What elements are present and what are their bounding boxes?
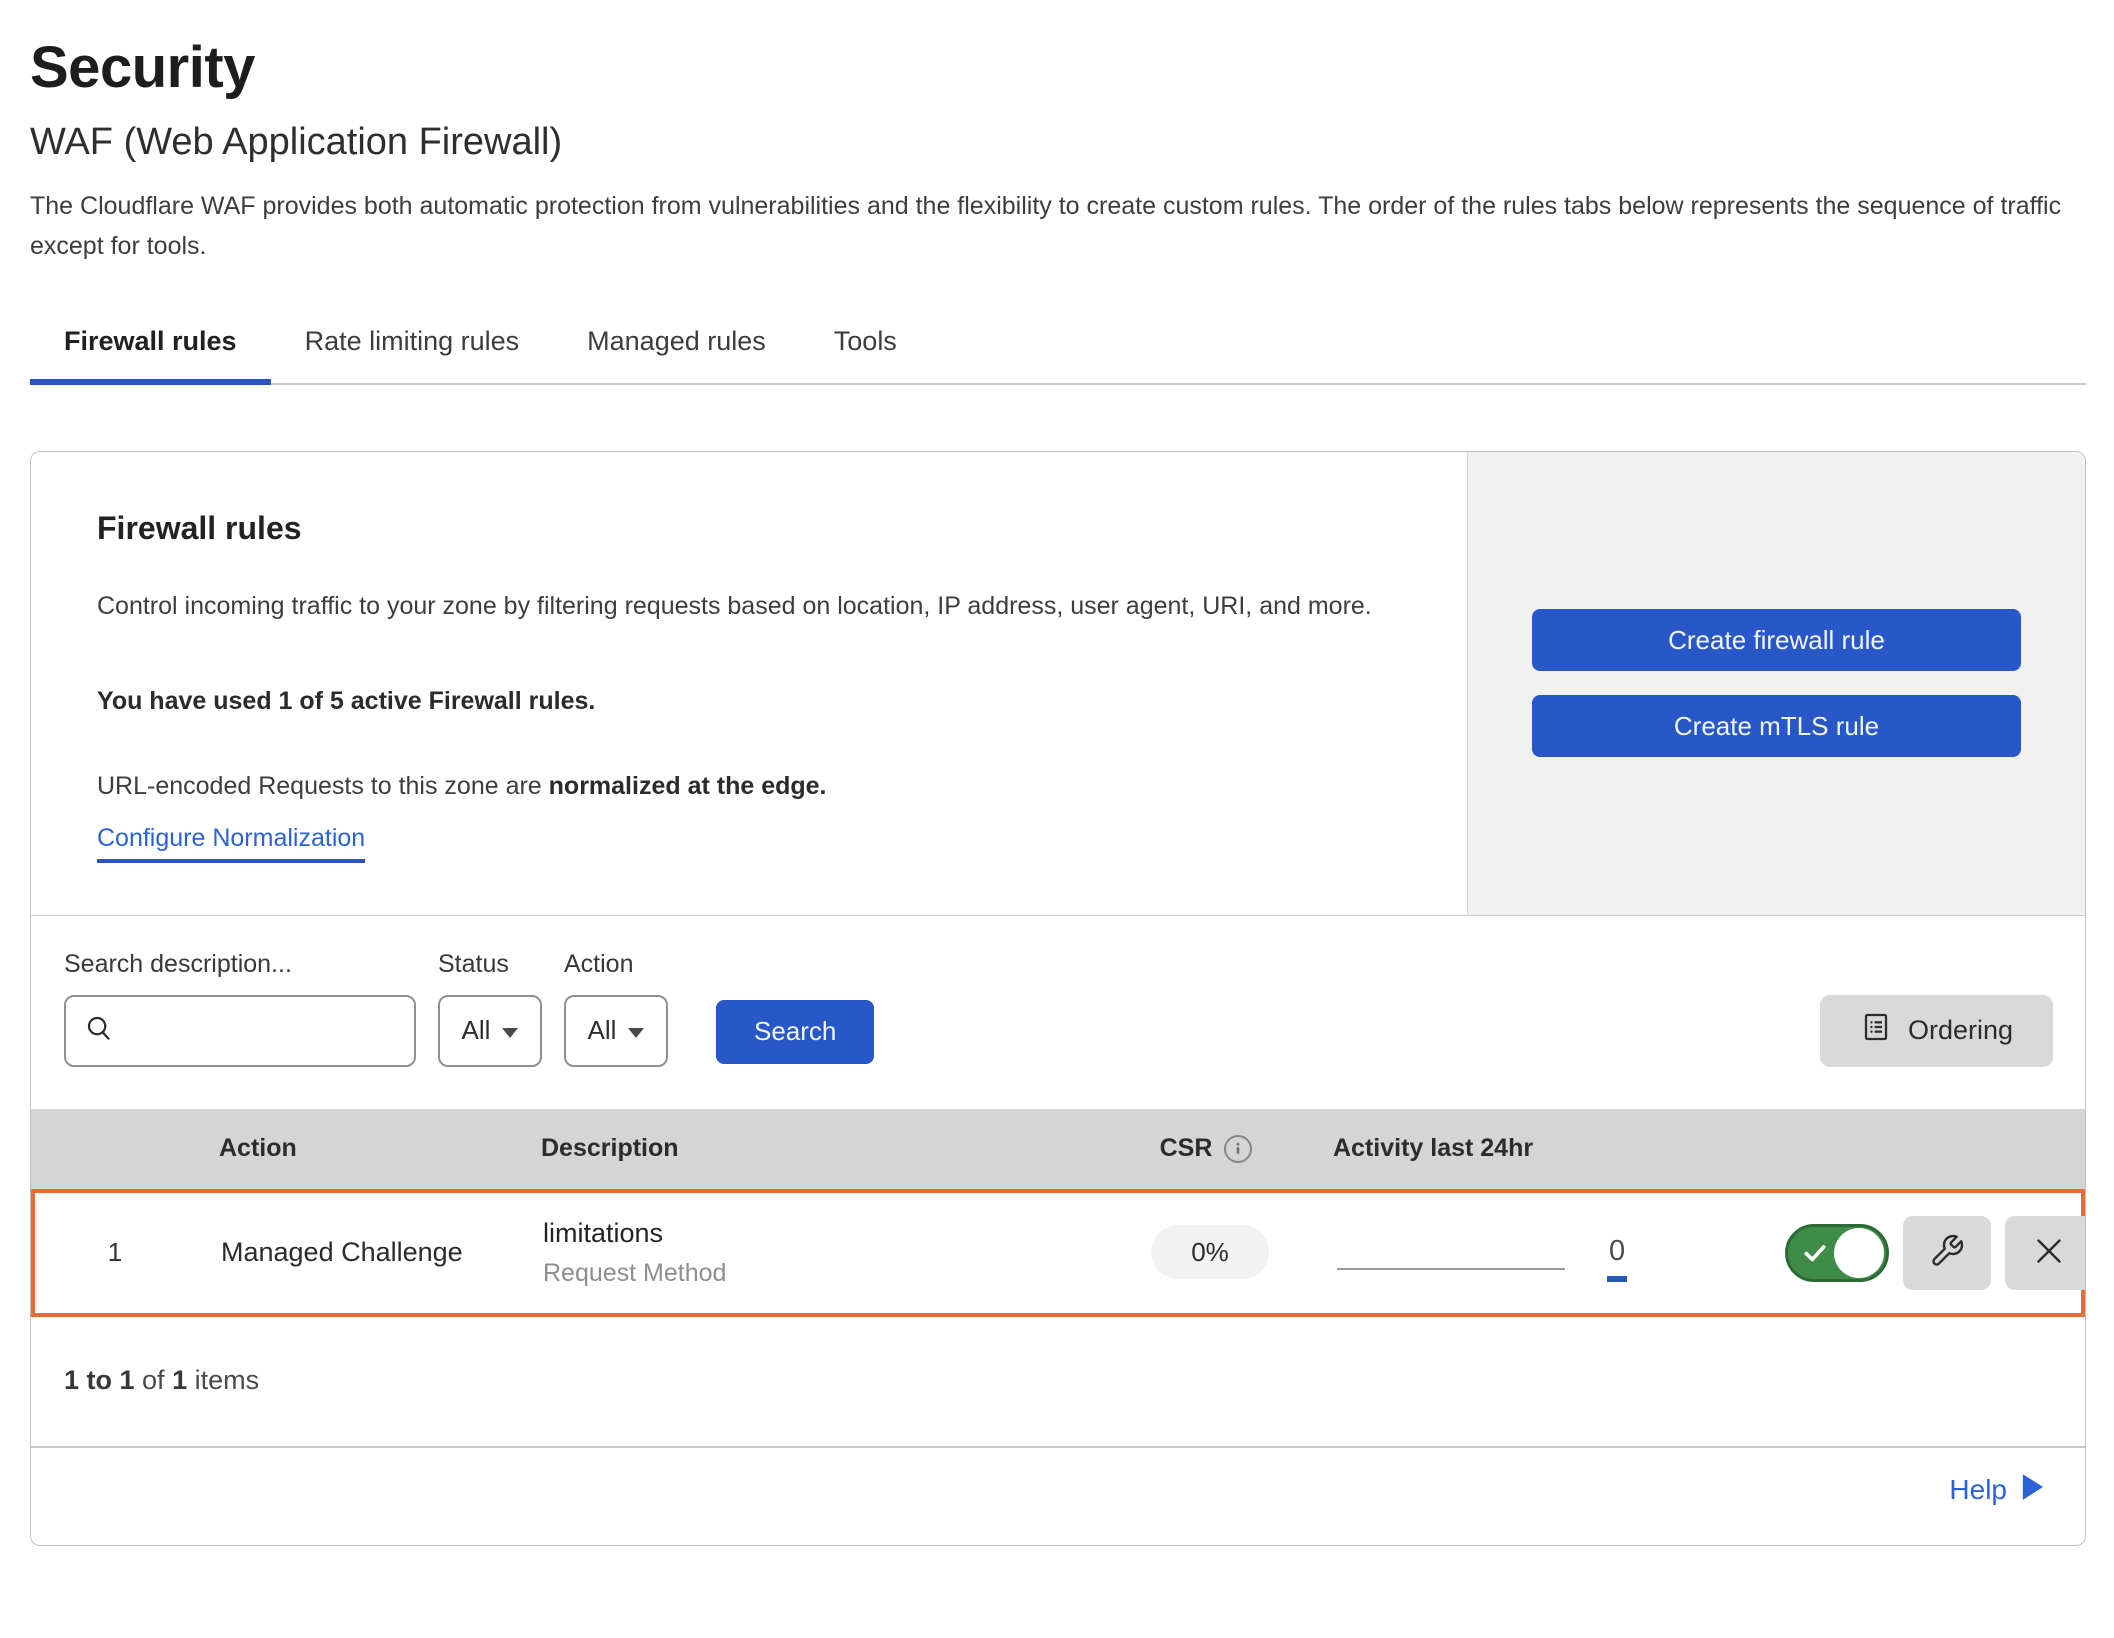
arrow-right-icon	[2021, 1474, 2043, 1507]
column-header-action: Action	[191, 1134, 521, 1163]
tab-rate-limiting-rules[interactable]: Rate limiting rules	[271, 310, 554, 385]
ordering-button[interactable]: Ordering	[1820, 995, 2053, 1067]
tab-tools[interactable]: Tools	[800, 310, 931, 385]
help-section: Help	[31, 1446, 2085, 1545]
chevron-down-icon	[628, 1028, 644, 1038]
rules-tab-bar: Firewall rules Rate limiting rules Manag…	[30, 310, 2086, 385]
search-input[interactable]	[128, 1016, 450, 1045]
ordering-button-label: Ordering	[1908, 1015, 2013, 1046]
activity-count-link[interactable]: 0	[1607, 1235, 1627, 1282]
action-select[interactable]: All	[564, 995, 668, 1067]
help-link[interactable]: Help	[1949, 1474, 2043, 1507]
csr-badge: 0%	[1151, 1225, 1269, 1279]
page-title: Security	[30, 34, 2086, 101]
rule-priority: 1	[108, 1237, 122, 1268]
rule-action: Managed Challenge	[195, 1237, 525, 1268]
panel-description: Control incoming traffic to your zone by…	[97, 583, 1387, 629]
rule-expression: Request Method	[543, 1259, 1095, 1288]
edit-rule-button[interactable]	[1903, 1216, 1991, 1290]
normalization-text: URL-encoded Requests to this zone are no…	[97, 768, 1401, 806]
pagination-of: of	[135, 1365, 173, 1395]
rule-row[interactable]: 1 Managed Challenge limitations Request …	[31, 1189, 2085, 1317]
status-filter-group: Status All	[438, 950, 542, 1067]
action-filter-group: Action All	[564, 950, 668, 1067]
pagination-range: 1 to 1	[64, 1365, 135, 1395]
configure-normalization-link[interactable]: Configure Normalization	[97, 824, 365, 863]
normalization-text-prefix: URL-encoded Requests to this zone are	[97, 772, 549, 800]
firewall-rules-info-section: Firewall rules Control incoming traffic …	[31, 452, 2085, 916]
search-button[interactable]: Search	[716, 1000, 874, 1064]
column-header-description: Description	[521, 1134, 1091, 1163]
normalization-text-bold: normalized at the edge.	[549, 772, 827, 800]
toggle-knob	[1834, 1228, 1884, 1278]
chevron-down-icon	[502, 1028, 518, 1038]
search-label: Search description...	[64, 950, 416, 979]
help-link-label: Help	[1949, 1474, 2007, 1506]
create-mtls-rule-button[interactable]: Create mTLS rule	[1532, 695, 2021, 757]
column-header-csr: CSR	[1160, 1134, 1253, 1163]
ordering-list-icon	[1860, 1011, 1892, 1050]
delete-rule-button[interactable]	[2005, 1216, 2086, 1290]
close-icon	[2031, 1233, 2067, 1272]
column-header-activity: Activity last 24hr	[1321, 1134, 1781, 1163]
activity-sparkline	[1337, 1268, 1565, 1270]
check-icon	[1802, 1240, 1828, 1266]
firewall-rules-card: Firewall rules Control incoming traffic …	[30, 451, 2086, 1546]
info-icon[interactable]	[1224, 1135, 1252, 1163]
rule-enabled-toggle[interactable]	[1785, 1224, 1889, 1282]
csr-header-label: CSR	[1160, 1134, 1213, 1163]
wrench-icon	[1929, 1233, 1965, 1272]
pagination-summary: 1 to 1 of 1 items	[31, 1317, 2085, 1446]
search-group: Search description...	[64, 950, 416, 1067]
status-select-value: All	[462, 1015, 491, 1046]
page-description: The Cloudflare WAF provides both automat…	[30, 186, 2080, 266]
firewall-rules-info: Firewall rules Control incoming traffic …	[31, 452, 1467, 915]
panel-heading: Firewall rules	[97, 510, 1401, 547]
filter-toolbar: Search description... Status All	[31, 916, 2085, 1109]
search-box[interactable]	[64, 995, 416, 1067]
rules-table-header: Action Description CSR Activity last 24h…	[31, 1109, 2085, 1189]
action-select-value: All	[588, 1015, 617, 1046]
page-subtitle: WAF (Web Application Firewall)	[30, 121, 2086, 164]
rule-activity-cell: 0	[1325, 1229, 1785, 1276]
create-rule-panel: Create firewall rule Create mTLS rule	[1467, 452, 2085, 915]
rule-description-cell: limitations Request Method	[525, 1218, 1095, 1288]
search-icon	[84, 1013, 114, 1048]
usage-summary: You have used 1 of 5 active Firewall rul…	[97, 687, 1401, 716]
rule-csr-cell: 0%	[1151, 1237, 1269, 1268]
security-waf-page: Security WAF (Web Application Firewall) …	[0, 0, 2114, 1546]
pagination-items: items	[187, 1365, 259, 1395]
status-select[interactable]: All	[438, 995, 542, 1067]
pagination-count: 1	[172, 1365, 187, 1395]
create-firewall-rule-button[interactable]: Create firewall rule	[1532, 609, 2021, 671]
action-label: Action	[564, 950, 668, 979]
tab-managed-rules[interactable]: Managed rules	[553, 310, 800, 385]
rule-description: limitations	[543, 1218, 1095, 1249]
status-label: Status	[438, 950, 542, 979]
tab-firewall-rules[interactable]: Firewall rules	[30, 310, 271, 385]
rule-controls	[1785, 1216, 2086, 1290]
